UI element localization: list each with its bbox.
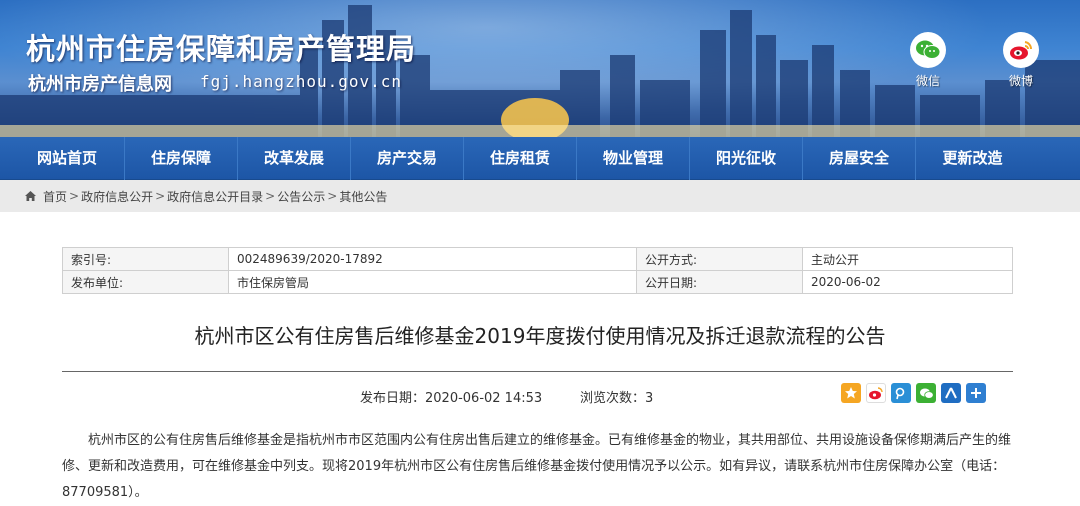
share-renren-button[interactable] [941, 383, 961, 403]
nav-item-reform[interactable]: 改革发展 [238, 137, 351, 180]
qzone-icon [845, 387, 857, 399]
site-title: 杭州市住房保障和房产管理局 [26, 32, 417, 66]
nav-item-property-management[interactable]: 物业管理 [577, 137, 690, 180]
nav-item-housing-safety[interactable]: 房屋安全 [803, 137, 916, 180]
tencent-weibo-icon [895, 387, 905, 400]
info-meta-table: 索引号: 002489639/2020-17892 公开方式: 主动公开 发布单… [62, 247, 1013, 294]
index-label: 索引号: [62, 247, 229, 271]
nav-item-home[interactable]: 网站首页 [0, 137, 125, 180]
weibo-icon [1010, 41, 1033, 60]
publisher-label: 发布单位: [62, 270, 229, 294]
wechat-link[interactable]: 微信 [903, 32, 953, 89]
renren-icon [945, 387, 957, 399]
breadcrumb-separator: > [155, 189, 166, 203]
share-tencent-weibo-button[interactable] [891, 383, 911, 403]
table-row: 索引号: 002489639/2020-17892 公开方式: 主动公开 [62, 247, 1013, 271]
weibo-link[interactable]: 微博 [996, 32, 1046, 89]
wechat-icon [919, 388, 934, 399]
weibo-label: 微博 [1008, 74, 1033, 88]
share-more-button[interactable] [966, 383, 986, 403]
site-domain: fgj.hangzhou.gov.cn [200, 72, 403, 91]
publisher-value: 市住保房管局 [228, 270, 637, 294]
date-label: 公开日期: [636, 270, 803, 294]
date-value: 2020-06-02 [802, 270, 1013, 294]
nav-item-renewal[interactable]: 更新改造 [916, 137, 1029, 180]
weibo-icon [869, 387, 883, 400]
title-divider [62, 371, 1013, 372]
view-count: 浏览次数：3 [580, 391, 654, 406]
nav-item-housing-rental[interactable]: 住房租赁 [464, 137, 577, 180]
header-banner: 杭州市住房保障和房产管理局 杭州市房产信息网 fgj.hangzhou.gov.… [0, 0, 1080, 137]
wechat-icon [916, 40, 941, 59]
share-bar [841, 383, 986, 403]
breadcrumb-gov-info[interactable]: 政府信息公开 [81, 188, 153, 205]
home-icon [24, 190, 37, 202]
index-value: 002489639/2020-17892 [228, 247, 637, 271]
share-qzone-button[interactable] [841, 383, 861, 403]
site-subtitle: 杭州市房产信息网 [28, 74, 172, 95]
wechat-label: 微信 [915, 74, 940, 88]
table-row: 发布单位: 市住保房管局 公开日期: 2020-06-02 [62, 270, 1013, 294]
breadcrumb: 首页 > 政府信息公开 > 政府信息公开目录 > 公告公示 > 其他公告 [0, 180, 1080, 212]
share-weibo-button[interactable] [866, 383, 886, 403]
publish-date: 发布日期：2020-06-02 14:53 [360, 391, 543, 406]
method-label: 公开方式: [636, 247, 803, 271]
breadcrumb-separator: > [265, 189, 276, 203]
share-wechat-button[interactable] [916, 383, 936, 403]
article-paragraph: 杭州市区的公有住房售后维修基金是指杭州市市区范围内公有住房出售后建立的维修基金。… [62, 433, 1012, 500]
nav-item-housing-security[interactable]: 住房保障 [125, 137, 238, 180]
more-share-icon [971, 388, 981, 398]
breadcrumb-other-announcements[interactable]: 其他公告 [339, 188, 387, 205]
breadcrumb-home[interactable]: 首页 [43, 188, 67, 205]
method-value: 主动公开 [802, 247, 1013, 271]
breadcrumb-gov-info-catalog[interactable]: 政府信息公开目录 [167, 188, 263, 205]
nav-item-expropriation[interactable]: 阳光征收 [690, 137, 803, 180]
breadcrumb-separator: > [69, 189, 80, 203]
breadcrumb-announcements[interactable]: 公告公示 [277, 188, 325, 205]
main-nav: 网站首页 住房保障 改革发展 房产交易 住房租赁 物业管理 阳光征收 房屋安全 … [0, 137, 1080, 180]
breadcrumb-separator: > [327, 189, 338, 203]
nav-item-property-trading[interactable]: 房产交易 [351, 137, 464, 180]
article-title: 杭州市区公有住房售后维修基金2019年度拨付使用情况及拆迁退款流程的公告 [194, 324, 886, 348]
